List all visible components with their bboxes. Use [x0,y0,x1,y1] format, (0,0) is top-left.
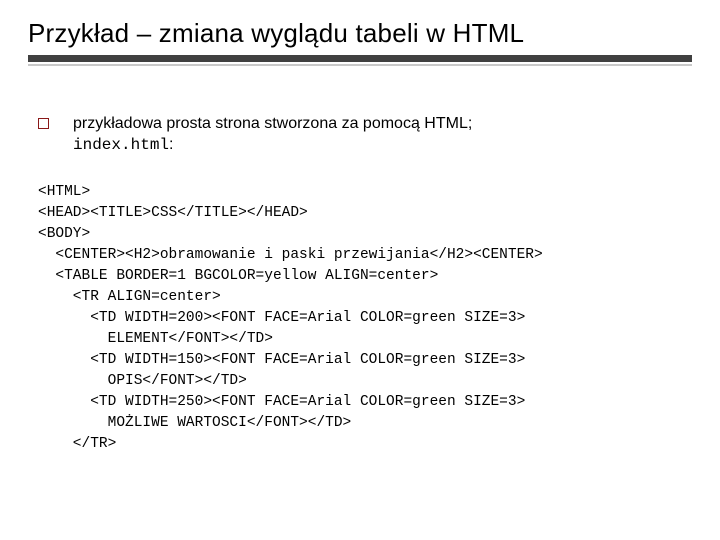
slide-title: Przykład – zmiana wyglądu tabeli w HTML [28,18,692,49]
bullet-filename: index.html [73,136,169,154]
rule-light [28,64,692,66]
code-line: OPIS</FONT></TD> [38,373,247,389]
title-underline [28,55,692,66]
slide: Przykład – zmiana wyglądu tabeli w HTML … [0,0,720,540]
code-line: <TD WIDTH=150><FONT FACE=Arial COLOR=gre… [38,352,525,368]
code-line: <BODY> [38,226,90,242]
bullet-text-main: przykładowa prosta strona stworzona za p… [73,115,472,132]
bullet-item: przykładowa prosta strona stworzona za p… [38,114,692,156]
code-line: <TD WIDTH=250><FONT FACE=Arial COLOR=gre… [38,394,525,410]
code-line: <HTML> [38,184,90,200]
code-line: <TABLE BORDER=1 BGCOLOR=yellow ALIGN=cen… [38,268,438,284]
bullet-text: przykładowa prosta strona stworzona za p… [73,114,472,156]
code-line: <HEAD><TITLE>CSS</TITLE></HEAD> [38,205,308,221]
code-line: </TR> [38,436,116,452]
bullet-colon: : [169,136,173,153]
bullet-icon [38,118,49,129]
code-line: ELEMENT</FONT></TD> [38,331,273,347]
code-line: MOŻLIWE WARTOSCI</FONT></TD> [38,415,351,431]
code-block: <HTML> <HEAD><TITLE>CSS</TITLE></HEAD> <… [38,182,692,455]
code-line: <TR ALIGN=center> [38,289,221,305]
code-line: <CENTER><H2>obramowanie i paski przewija… [38,247,543,263]
rule-dark [28,55,692,62]
code-line: <TD WIDTH=200><FONT FACE=Arial COLOR=gre… [38,310,525,326]
